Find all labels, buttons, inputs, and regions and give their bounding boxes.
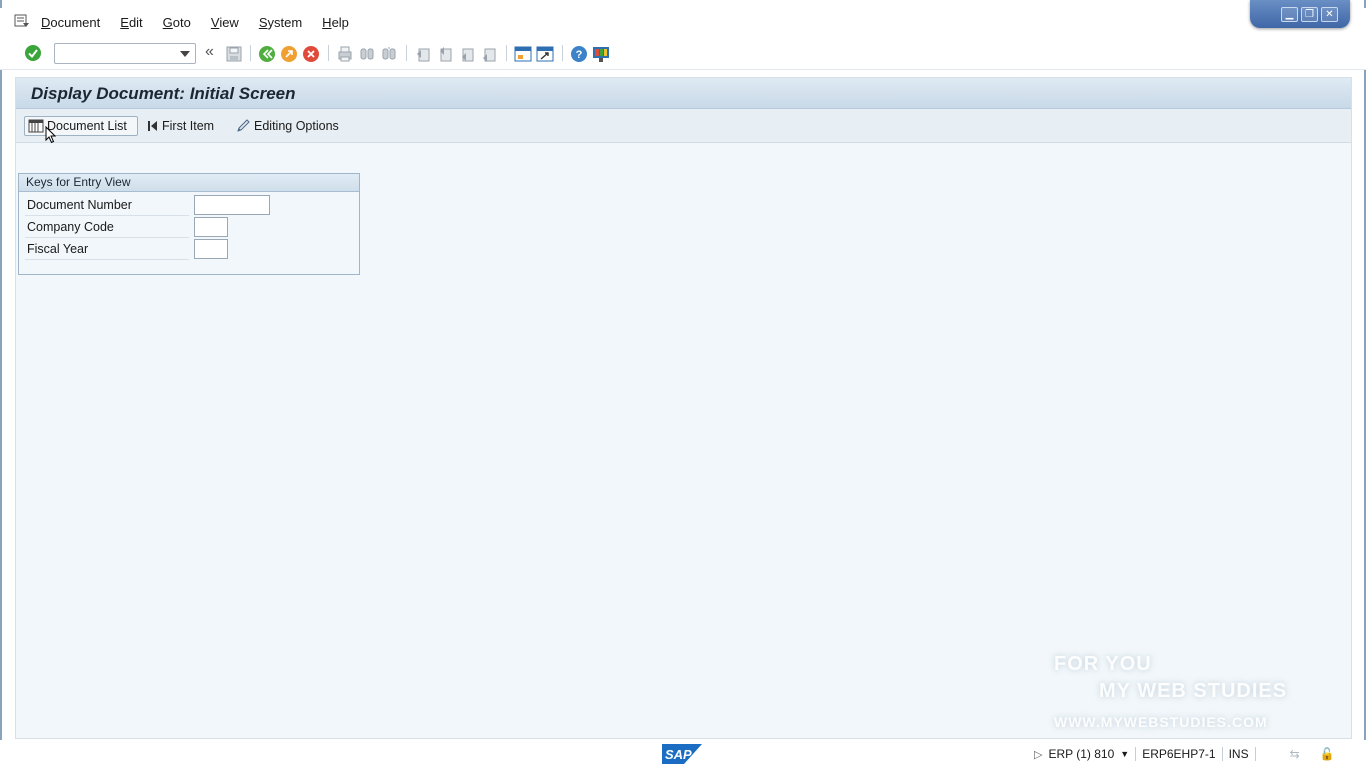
watermark-line-2: MY WEB STUDIES <box>1099 680 1288 702</box>
system-dropdown-icon[interactable]: ▼ <box>1120 749 1129 759</box>
menu-document[interactable]: Document <box>41 15 100 30</box>
mouse-cursor-icon <box>45 126 57 144</box>
editing-options-label: Editing Options <box>254 119 339 133</box>
document-list-icon <box>28 119 44 133</box>
previous-page-icon[interactable] <box>436 45 454 63</box>
toolbar-separator <box>250 45 251 61</box>
command-input[interactable] <box>55 44 173 63</box>
close-button[interactable]: ✕ <box>1321 6 1338 22</box>
menu-edit[interactable]: Edit <box>120 15 142 30</box>
page-title: Display Document: Initial Screen <box>31 84 296 103</box>
pencil-icon <box>237 119 250 132</box>
status-divider <box>1221 747 1223 761</box>
toolbar-separator <box>328 45 329 61</box>
collapse-command-field-icon[interactable]: « <box>205 43 214 61</box>
cancel-icon[interactable] <box>302 45 320 63</box>
toolbar-separator <box>406 45 407 61</box>
connection-icon: ⇆ <box>1289 747 1300 761</box>
document-number-field[interactable] <box>194 195 270 215</box>
first-item-label: First Item <box>162 119 215 133</box>
back-icon[interactable] <box>258 45 276 63</box>
menu-system[interactable]: System <box>259 15 302 30</box>
sap-logo: SAP <box>662 744 702 764</box>
window-controls: ▁ ❐ ✕ <box>1250 0 1350 28</box>
first-item-icon <box>148 121 157 131</box>
watermark-line-1: FOR YOU <box>1054 653 1152 675</box>
minimize-button[interactable]: ▁ <box>1281 6 1298 22</box>
group-title: Keys for Entry View <box>19 174 359 192</box>
menu-goto[interactable]: Goto <box>163 15 191 30</box>
document-list-button[interactable]: Document List <box>24 116 138 136</box>
restore-button[interactable]: ❐ <box>1301 6 1318 22</box>
shortcut-icon[interactable] <box>536 45 554 63</box>
status-bar: SAP ▷ ERP (1) 810 ▼ ERP6EHP7-1 INS ⇆ 🔓 <box>0 740 1366 768</box>
toolbar-separator <box>562 45 563 61</box>
company-code-label: Company Code <box>25 217 189 238</box>
editing-options-button[interactable]: Editing Options <box>235 116 339 136</box>
enter-icon[interactable] <box>24 44 42 62</box>
secure-connection-icon[interactable]: 🔓 <box>1320 747 1335 761</box>
fiscal-year-label: Fiscal Year <box>25 239 189 260</box>
toolbar-separator <box>506 45 507 61</box>
help-icon[interactable]: ? <box>570 45 588 63</box>
command-field[interactable] <box>54 43 196 64</box>
status-divider <box>1254 747 1256 761</box>
first-item-button[interactable]: First Item <box>147 116 214 136</box>
menu-help[interactable]: Help <box>322 15 349 30</box>
input-mode[interactable]: INS <box>1229 747 1249 761</box>
menu-view[interactable]: View <box>211 15 239 30</box>
main-content: Display Document: Initial Screen Documen… <box>15 77 1352 739</box>
menu-bar: Document Edit Goto View System Help <box>0 8 1366 38</box>
status-expand-icon[interactable]: ▷ <box>1034 748 1042 761</box>
document-list-label: Document List <box>47 119 127 133</box>
save-icon[interactable] <box>225 45 243 63</box>
new-session-icon[interactable] <box>514 45 532 63</box>
title-bar: Display Document: Initial Screen <box>16 78 1351 109</box>
watermark-line-3: WWW.MYWEBSTUDIES.COM <box>1054 714 1268 730</box>
fiscal-year-field[interactable] <box>194 239 228 259</box>
server-name: ERP6EHP7-1 <box>1142 747 1216 761</box>
next-page-icon[interactable] <box>458 45 476 63</box>
print-icon[interactable] <box>336 45 354 63</box>
keys-for-entry-view-group: Keys for Entry View Document Number Comp… <box>18 173 360 275</box>
status-divider <box>1135 747 1137 761</box>
svg-text:SAP: SAP <box>665 747 692 762</box>
menu-items: Document Edit Goto View System Help <box>41 15 369 30</box>
last-page-icon[interactable] <box>480 45 498 63</box>
find-icon[interactable] <box>358 45 376 63</box>
company-code-field[interactable] <box>194 217 228 237</box>
command-history-dropdown-icon[interactable] <box>180 51 190 57</box>
customize-layout-icon[interactable] <box>592 45 610 63</box>
system-name: ERP (1) 810 <box>1048 747 1115 761</box>
svg-text:?: ? <box>576 49 583 61</box>
find-next-icon[interactable] <box>380 45 398 63</box>
exit-icon[interactable] <box>280 45 298 63</box>
first-page-icon[interactable] <box>414 45 432 63</box>
document-number-label: Document Number <box>25 195 189 216</box>
system-menu-icon[interactable] <box>14 14 30 28</box>
system-info: ▷ ERP (1) 810 ▼ ERP6EHP7-1 INS ⇆ 🔓 <box>1034 747 1341 761</box>
application-toolbar: Document List First Item Editing Options <box>16 109 1351 143</box>
